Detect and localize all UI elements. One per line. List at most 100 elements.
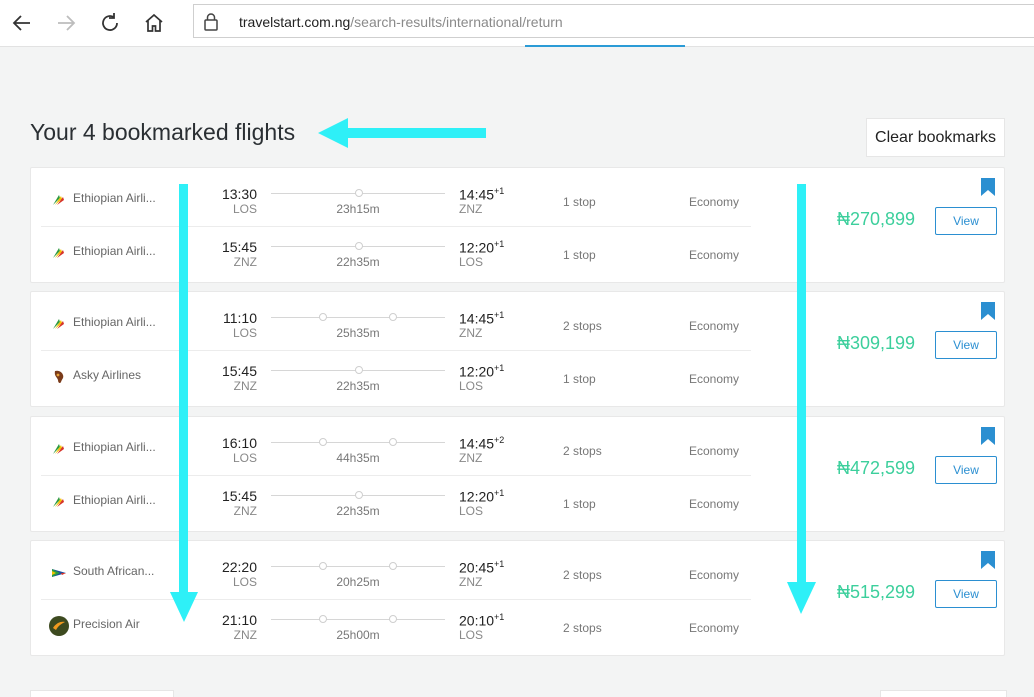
- airline-logo-icon: [47, 365, 71, 389]
- arrival-airport: LOS: [459, 255, 484, 269]
- airline-name: Precision Air: [73, 617, 140, 631]
- bookmark-icon[interactable]: [981, 178, 995, 201]
- outbound-leg: South African... 22:20 LOS 20h25m 20:45+1 ZNZ…: [41, 547, 751, 600]
- route-line: [271, 366, 445, 376]
- airline-name: Ethiopian Airli...: [73, 191, 156, 205]
- arrival-time-value: 14:45: [459, 435, 495, 452]
- route-line: [271, 313, 445, 323]
- url-text: travelstart.com.ng/search-results/intern…: [239, 14, 563, 30]
- airline-logo-icon: [47, 312, 71, 336]
- airline-logo-icon: [47, 490, 71, 514]
- price: ₦472,599: [837, 458, 916, 478]
- flight-duration: 44h35m: [336, 451, 380, 465]
- arrival-day-offset: +1: [494, 612, 505, 622]
- route-line: [271, 438, 445, 448]
- arrival-airport: ZNZ: [459, 575, 483, 589]
- view-button[interactable]: View: [935, 580, 997, 608]
- route-line: [271, 189, 445, 199]
- arrival-day-offset: +1: [494, 239, 505, 249]
- cabin-class: Economy: [689, 497, 740, 511]
- flight-duration: 22h35m: [336, 255, 380, 269]
- departure-airport: LOS: [232, 326, 257, 340]
- url-path: /search-results/international/return: [350, 14, 563, 30]
- airline-name: Ethiopian Airli...: [73, 493, 156, 507]
- stop-dot: [389, 313, 397, 321]
- arrival-airport: ZNZ: [459, 202, 483, 216]
- airline-logo-icon: [47, 614, 71, 638]
- cabin-class: Economy: [689, 444, 740, 458]
- arrival-time: 20:10+1: [459, 612, 504, 629]
- stops-count: 1 stop: [563, 195, 596, 209]
- airline-name: Ethiopian Airli...: [73, 315, 156, 329]
- route-track: [271, 566, 445, 567]
- clear-bookmarks-button[interactable]: Clear bookmarks: [866, 118, 1005, 157]
- airline-name: Asky Airlines: [73, 368, 142, 382]
- departure-airport: ZNZ: [233, 628, 257, 642]
- arrival-day-offset: +1: [494, 488, 505, 498]
- back-button[interactable]: [8, 9, 36, 37]
- arrival-time-value: 14:45: [459, 310, 495, 327]
- address-bar[interactable]: travelstart.com.ng/search-results/intern…: [193, 4, 1034, 38]
- flight-card[interactable]: Ethiopian Airli... 16:10 LOS 44h35m 14:45+2 Z…: [30, 416, 1005, 532]
- departure-time: 21:10: [221, 612, 257, 628]
- bookmark-icon[interactable]: [981, 427, 995, 450]
- return-leg: Ethiopian Airli... 15:45 ZNZ 22h35m 12:20+1 L…: [41, 227, 751, 279]
- outbound-leg: Ethiopian Airli... 11:10 LOS 25h35m 14:45+1 Z…: [41, 298, 751, 351]
- flight-card[interactable]: Ethiopian Airli... 11:10 LOS 25h35m 14:45+1 Z…: [30, 291, 1005, 407]
- stops-count: 2 stops: [563, 621, 602, 635]
- arrival-time: 20:45+1: [459, 559, 504, 576]
- airline-logo-icon: [47, 241, 71, 265]
- stop-dot: [355, 242, 363, 250]
- arrival-day-offset: +1: [494, 363, 505, 373]
- airline-logo-icon: [47, 437, 71, 461]
- annotation-arrow-title: [318, 118, 486, 148]
- cabin-class: Economy: [689, 621, 740, 635]
- flight-card[interactable]: South African... 22:20 LOS 20h25m 20:45+1 ZNZ…: [30, 540, 1005, 656]
- arrival-airport: LOS: [459, 628, 484, 642]
- refresh-button[interactable]: [96, 9, 124, 37]
- departure-airport: ZNZ: [233, 504, 257, 518]
- flight-duration: 25h00m: [336, 628, 380, 642]
- flight-card[interactable]: Ethiopian Airli... 13:30 LOS 23h15m 14:45+1 Z…: [30, 167, 1005, 283]
- arrival-airport: LOS: [459, 504, 484, 518]
- lock-icon: [203, 12, 219, 37]
- flight-duration: 22h35m: [336, 504, 380, 518]
- arrival-day-offset: +2: [494, 435, 505, 445]
- back-arrow-icon: [12, 15, 30, 31]
- arrival-time-value: 12:20: [459, 239, 495, 256]
- route-track: [271, 619, 445, 620]
- stop-dot: [319, 562, 327, 570]
- departure-time: 15:45: [221, 363, 257, 379]
- stop-dot: [319, 438, 327, 446]
- route-track: [271, 442, 445, 443]
- airline-name: Ethiopian Airli...: [73, 244, 156, 258]
- route-track: [271, 317, 445, 318]
- airline-name: Ethiopian Airli...: [73, 440, 156, 454]
- price: ₦270,899: [837, 209, 916, 229]
- cabin-class: Economy: [689, 568, 740, 582]
- bookmark-icon[interactable]: [981, 302, 995, 325]
- home-button[interactable]: [140, 9, 168, 37]
- stops-count: 1 stop: [563, 248, 596, 262]
- flight-duration: 22h35m: [336, 379, 380, 393]
- departure-time: 11:10: [223, 310, 257, 326]
- arrival-airport: ZNZ: [459, 451, 483, 465]
- view-button[interactable]: View: [935, 456, 997, 484]
- departure-time: 13:30: [221, 186, 257, 202]
- bookmark-icon[interactable]: [981, 551, 995, 574]
- arrival-time-value: 14:45: [459, 186, 495, 203]
- outbound-leg: Ethiopian Airli... 13:30 LOS 23h15m 14:45+1 Z…: [41, 174, 751, 227]
- stop-dot: [355, 491, 363, 499]
- cabin-class: Economy: [689, 372, 740, 386]
- refresh-icon: [102, 13, 118, 31]
- forward-button[interactable]: [52, 9, 80, 37]
- view-button[interactable]: View: [935, 207, 997, 235]
- return-leg: Ethiopian Airli... 15:45 ZNZ 22h35m 12:20+1 L…: [41, 476, 751, 528]
- route-line: [271, 562, 445, 572]
- view-button[interactable]: View: [935, 331, 997, 359]
- stop-dot: [389, 562, 397, 570]
- arrival-time: 14:45+1: [459, 186, 504, 203]
- route-line: [271, 491, 445, 501]
- arrival-time-value: 20:10: [459, 612, 495, 629]
- departure-airport: LOS: [232, 451, 257, 465]
